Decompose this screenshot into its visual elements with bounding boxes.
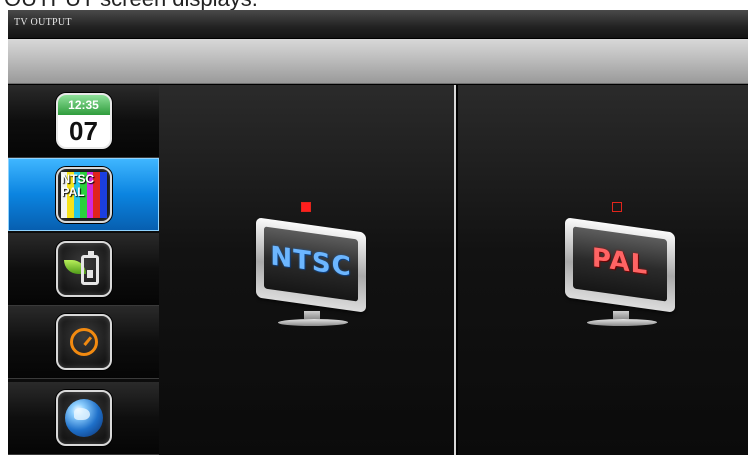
battery-shape [80, 251, 99, 285]
tv-base [585, 319, 659, 326]
tv-neck [613, 311, 629, 319]
calendar-time: 12:35 [57, 95, 110, 115]
tv-neck [304, 311, 320, 319]
ntsc-pal-icon-text: NTSC PAL [61, 171, 108, 199]
tv-icon: PAL [565, 217, 675, 337]
settings-sidebar: 12:35 07 NTSC PAL [8, 85, 159, 455]
globe-icon [55, 390, 112, 446]
timer-icon [55, 314, 112, 370]
window-title: TV OUTPUT [14, 17, 72, 28]
title-bar: TV OUTPUT [8, 10, 748, 39]
device-screen: TV OUTPUT 12:35 07 NTSC PAL NTSC PAL [8, 10, 748, 455]
globe-land [73, 408, 90, 420]
sidebar-item-power-saving[interactable] [8, 233, 159, 306]
timer-ring [69, 328, 98, 356]
ntsc-pal-icon-bottom: PAL [61, 184, 85, 199]
ntsc-pal-icon: NTSC PAL [55, 166, 112, 223]
tv-base [276, 319, 350, 326]
sidebar-item-timer[interactable] [8, 306, 159, 379]
pal-radio[interactable] [612, 202, 622, 212]
tv-icon: NTSC [256, 217, 366, 337]
calendar-day: 07 [69, 116, 98, 146]
sidebar-item-date-time[interactable]: 12:35 07 [8, 85, 159, 158]
option-pal[interactable]: PAL [458, 85, 748, 455]
header-band [8, 39, 748, 84]
calendar-clock-icon: 12:35 07 [55, 93, 112, 149]
ntsc-radio[interactable] [301, 202, 311, 212]
eco-battery-icon [55, 241, 112, 297]
sidebar-item-language[interactable] [8, 382, 159, 455]
ntsc-pal-icon-top: NTSC [61, 171, 95, 186]
option-ntsc[interactable]: NTSC [159, 85, 456, 455]
sidebar-item-tv-output[interactable]: NTSC PAL [8, 158, 159, 231]
